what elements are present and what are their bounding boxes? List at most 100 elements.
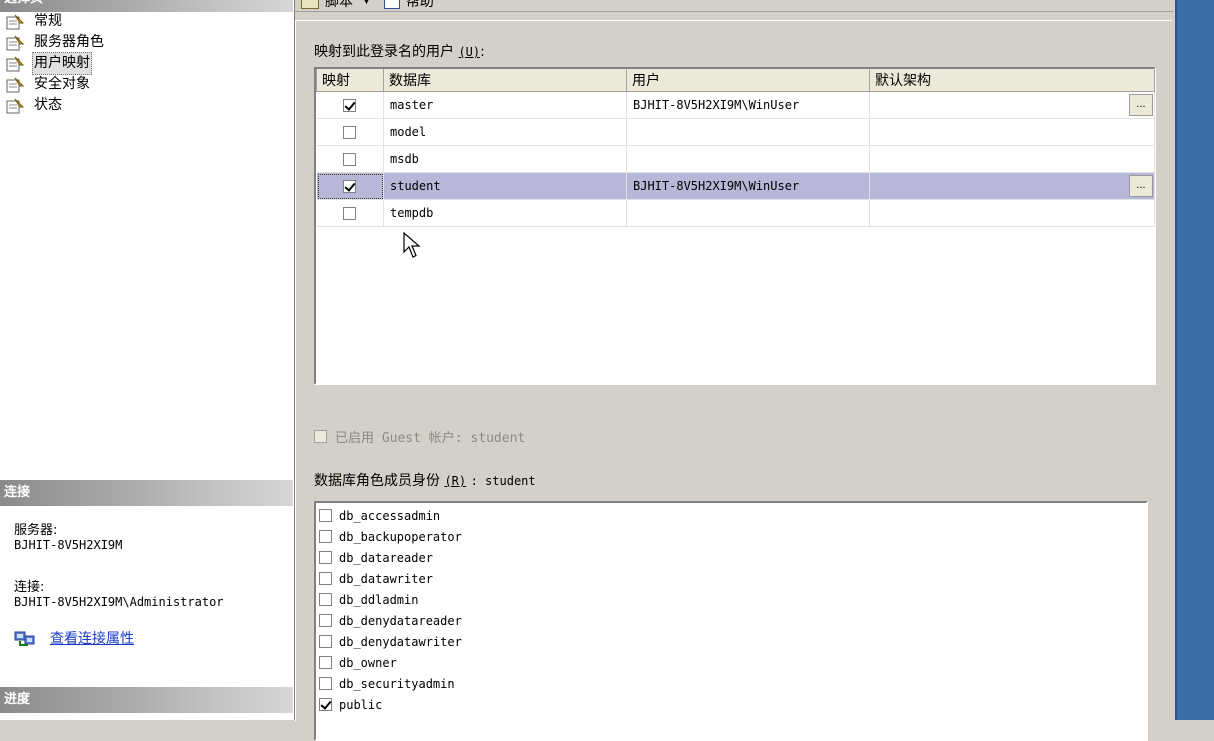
page-list: 常规服务器角色用户映射 安全对象状态 [6, 11, 106, 116]
map-checkbox[interactable] [343, 99, 357, 112]
connection-info: 连接: BJHIT-8V5H2XI9M\Administrator [14, 576, 224, 609]
role-checkbox[interactable] [319, 698, 332, 711]
role-checkbox[interactable] [319, 509, 332, 522]
roles-label: 数据库角色成员身份 (R) : student [314, 470, 536, 490]
table-row[interactable]: tempdb [316, 199, 1155, 227]
roles-hotkey: (R) [444, 474, 467, 488]
role-name: db_denydatawriter [339, 634, 462, 649]
role-name: public [339, 697, 383, 712]
page-icon [6, 35, 25, 51]
database-roles-list: db_accessadmin db_backupoperator db_datare… [314, 501, 1148, 741]
page-icon [6, 14, 25, 30]
database-cell: tempdb [383, 199, 627, 227]
database-cell: master [383, 91, 627, 119]
page-item-0[interactable]: 常规 [6, 11, 106, 32]
map-cell[interactable] [316, 199, 384, 227]
map-cell[interactable] [316, 172, 384, 200]
page-item-label: 状态 [34, 97, 62, 113]
server-info: 服务器: BJHIT-8V5H2XI9M [14, 519, 122, 552]
help-button[interactable]: 帮助 [383, 0, 434, 11]
main-panel: 脚本 ▼ 帮助 映射到此登录名的用户 (U): 映射 数据库 用户 默认架构 m… [295, 0, 1175, 741]
database-cell: model [383, 118, 627, 146]
table-row[interactable]: master BJHIT-8V5H2XI9M\WinUser... [316, 91, 1155, 119]
role-checkbox[interactable] [319, 677, 332, 690]
list-item[interactable]: db_securityadmin [316, 673, 1146, 694]
user-cell[interactable] [626, 145, 870, 173]
roles-text: 数据库角色成员身份 [314, 473, 440, 489]
table-row[interactable]: student BJHIT-8V5H2XI9M\WinUser... [316, 172, 1155, 200]
default-schema-cell[interactable] [869, 118, 1155, 146]
users-mapped-label: 映射到此登录名的用户 (U): [314, 44, 485, 60]
map-checkbox[interactable] [343, 126, 357, 139]
page-item-1[interactable]: 服务器角色 [6, 32, 106, 53]
toolbar: 脚本 ▼ 帮助 [295, 0, 1173, 12]
role-checkbox[interactable] [319, 551, 332, 564]
list-item[interactable]: db_datareader [316, 547, 1146, 568]
list-item[interactable]: db_owner [316, 652, 1146, 673]
user-cell[interactable] [626, 118, 870, 146]
progress-header: 进度 [0, 687, 293, 713]
list-item[interactable]: db_denydatawriter [316, 631, 1146, 652]
script-icon [301, 0, 319, 9]
map-cell[interactable] [316, 118, 384, 146]
script-button-label: 脚本 [325, 0, 353, 10]
col-header-default-schema[interactable]: 默认架构 [869, 69, 1155, 92]
map-cell[interactable] [316, 145, 384, 173]
role-checkbox[interactable] [319, 614, 332, 627]
page-item-label: 服务器角色 [34, 34, 104, 50]
col-header-database[interactable]: 数据库 [383, 69, 627, 92]
user-cell[interactable]: BJHIT-8V5H2XI9M\WinUser [626, 91, 870, 119]
page-item-2[interactable]: 用户映射 [6, 52, 106, 75]
default-schema-cell[interactable] [869, 145, 1155, 173]
role-name: db_owner [339, 655, 397, 670]
role-checkbox[interactable] [319, 593, 332, 606]
role-name: db_backupoperator [339, 529, 462, 544]
grid-header-row: 映射 数据库 用户 默认架构 [316, 69, 1155, 92]
role-name: db_denydatareader [339, 613, 462, 628]
connection-properties-icon [14, 631, 35, 646]
page-icon [6, 56, 25, 72]
view-connection-link[interactable]: 查看连接属性 [50, 628, 134, 648]
list-item[interactable]: public [316, 694, 1146, 715]
user-cell[interactable]: BJHIT-8V5H2XI9M\WinUser [626, 172, 870, 200]
role-name: db_datawriter [339, 571, 433, 586]
user-mapping-grid: 映射 数据库 用户 默认架构 master BJHIT-8V5H2XI9M\Win… [314, 67, 1156, 385]
default-schema-cell[interactable]: ... [869, 91, 1155, 119]
user-cell[interactable] [626, 199, 870, 227]
map-checkbox[interactable] [343, 207, 357, 220]
script-button[interactable]: 脚本 ▼ [301, 0, 370, 11]
list-item[interactable]: db_ddladmin [316, 589, 1146, 610]
page-item-4[interactable]: 状态 [6, 95, 106, 116]
table-row[interactable]: msdb [316, 145, 1155, 173]
user-mapping-table: 映射 数据库 用户 默认架构 master BJHIT-8V5H2XI9M\Win… [316, 69, 1155, 227]
user-mapping-page: 映射到此登录名的用户 (U): 映射 数据库 用户 默认架构 master BJH… [295, 20, 1172, 741]
default-schema-cell[interactable]: ... [869, 172, 1155, 200]
list-item[interactable]: db_backupoperator [316, 526, 1146, 547]
map-checkbox[interactable] [343, 180, 357, 193]
dropdown-arrow-icon: ▼ [363, 0, 370, 6]
role-name: db_datareader [339, 550, 433, 565]
default-schema-cell[interactable] [869, 199, 1155, 227]
browse-schema-button[interactable]: ... [1129, 94, 1153, 116]
table-row[interactable]: model [316, 118, 1155, 146]
map-checkbox[interactable] [343, 153, 357, 166]
list-item[interactable]: db_datawriter [316, 568, 1146, 589]
col-header-map[interactable]: 映射 [316, 69, 384, 92]
help-icon [383, 0, 400, 9]
grid-body: master BJHIT-8V5H2XI9M\WinUser... model msd… [316, 91, 1155, 227]
map-cell[interactable] [316, 91, 384, 119]
page-item-3[interactable]: 安全对象 [6, 74, 106, 95]
browse-schema-button[interactable]: ... [1129, 175, 1153, 197]
list-item[interactable]: db_accessadmin [316, 505, 1146, 526]
guest-account-option[interactable]: 已启用 Guest 帐户: student [314, 427, 525, 446]
view-connection-properties[interactable]: 查看连接属性 [14, 628, 134, 648]
role-checkbox[interactable] [319, 572, 332, 585]
guest-account-checkbox[interactable] [314, 430, 327, 443]
list-item[interactable]: db_denydatareader [316, 610, 1146, 631]
role-checkbox[interactable] [319, 656, 332, 669]
database-cell: msdb [383, 145, 627, 173]
role-checkbox[interactable] [319, 635, 332, 648]
page-item-label: 安全对象 [34, 76, 90, 92]
role-checkbox[interactable] [319, 530, 332, 543]
col-header-user[interactable]: 用户 [626, 69, 870, 92]
